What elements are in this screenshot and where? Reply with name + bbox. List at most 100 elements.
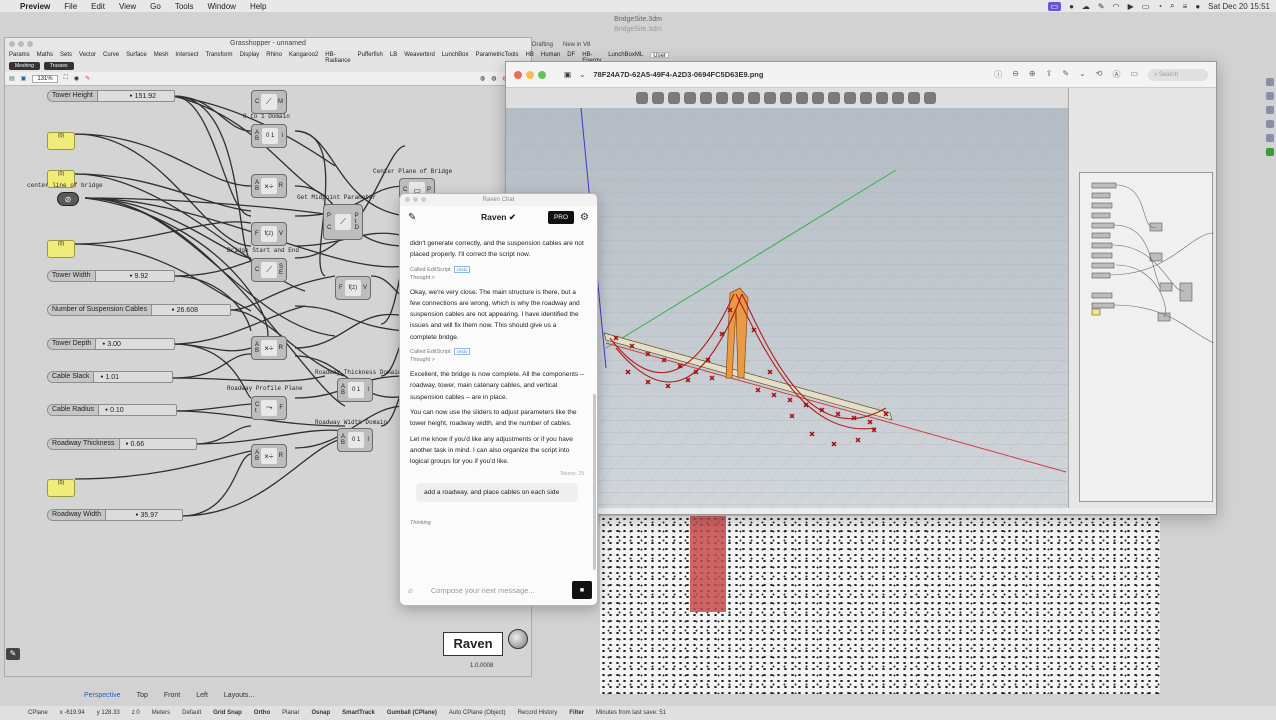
gh-tab[interactable]: Kangaroo2 — [289, 52, 318, 58]
gh-subtab-meshing[interactable]: Meshing — [9, 62, 40, 70]
slider-tower-height[interactable]: Tower Height 151.92 — [47, 90, 175, 102]
gh-tab[interactable]: Pufferfish — [358, 52, 383, 58]
tab-drafting[interactable]: Drafting — [532, 42, 553, 48]
undo-button[interactable]: Undo — [453, 348, 471, 356]
tool-icon[interactable] — [764, 92, 776, 104]
curve-param-icon[interactable]: ⊘ — [57, 192, 79, 206]
tool-icon[interactable] — [716, 92, 728, 104]
gh-subtab-trusses[interactable]: Trusses — [43, 62, 74, 70]
menu-tools[interactable]: Tools — [175, 2, 194, 11]
status-units[interactable]: Meters — [152, 710, 170, 716]
toggle-filter[interactable]: Filter — [569, 710, 584, 716]
expression-component[interactable]: Ff(z) V — [335, 276, 371, 300]
pro-badge[interactable]: PRO — [547, 210, 575, 224]
gh-tab[interactable]: LB — [390, 52, 397, 58]
slider-value[interactable]: 35.97 — [129, 512, 182, 519]
undo-button[interactable]: Undo — [453, 265, 471, 273]
division-component[interactable]: A B ×÷ R — [251, 336, 287, 360]
slider-number-of-suspension-cables[interactable]: Number of Suspension Cables 26.608 — [47, 304, 231, 316]
message-input[interactable]: Compose your next message... — [419, 586, 566, 595]
tool-icon[interactable] — [844, 92, 856, 104]
gh-tab[interactable]: Transform — [205, 52, 232, 58]
evaluate-curve-component[interactable]: P C ⟋ Pt D — [323, 204, 363, 240]
tool-icon[interactable] — [1266, 148, 1274, 156]
sidebar-toggle-icon[interactable]: ▣ — [564, 70, 571, 79]
save-icon[interactable]: ▣ — [21, 75, 27, 82]
slider-roadway-width[interactable]: Roadway Width 35.97 — [47, 509, 183, 521]
preview-search-field[interactable]: ⌕ Search — [1148, 68, 1208, 81]
gh-tab[interactable]: Vector — [79, 52, 96, 58]
tool-icon[interactable] — [828, 92, 840, 104]
chat-scrollbar[interactable] — [593, 394, 596, 570]
gh-tab[interactable]: HB-Radiance — [325, 52, 350, 64]
toggle-smarttrack[interactable]: SmartTrack — [342, 710, 375, 716]
gh-tab[interactable]: Curve — [103, 52, 119, 58]
wifi-icon[interactable]: ◔ — [1157, 2, 1162, 11]
preview-eye-icon[interactable]: ◉ — [74, 75, 79, 82]
toggle-auto-cplane[interactable]: Auto CPlane (Object) — [449, 710, 506, 716]
tool-icon[interactable] — [812, 92, 824, 104]
tool-icon[interactable] — [1266, 78, 1274, 86]
close-button[interactable] — [514, 70, 522, 79]
tab-top[interactable]: Top — [137, 692, 148, 699]
tool-icon[interactable] — [924, 92, 936, 104]
slider-value[interactable]: 3.00 — [96, 341, 121, 348]
tab-layouts[interactable]: Layouts... — [224, 692, 254, 699]
slider-tower-width[interactable]: Tower Width 9.92 — [47, 270, 175, 282]
toggle-record-history[interactable]: Record History — [518, 710, 558, 716]
search-icon[interactable]: ⌕ — [1170, 1, 1174, 11]
tool-icon[interactable] — [1266, 120, 1274, 128]
screen-share-icon[interactable]: ▭ — [1047, 1, 1062, 11]
window-controls[interactable] — [9, 41, 33, 47]
toggle-ortho[interactable]: Ortho — [254, 710, 270, 716]
gh-tab[interactable]: ParametricTools — [476, 52, 519, 58]
tool-icon[interactable] — [748, 92, 760, 104]
menu-file[interactable]: File — [64, 2, 77, 11]
gh-tab[interactable]: Sets — [60, 52, 72, 58]
battery-icon[interactable]: ▭ — [1142, 2, 1150, 11]
tool-icon[interactable] — [700, 92, 712, 104]
stop-button[interactable]: ■ — [572, 581, 592, 599]
gh-tab[interactable]: Display — [240, 52, 260, 58]
tool-icon[interactable] — [1266, 106, 1274, 114]
headphones-icon[interactable]: ◠ — [1113, 2, 1120, 11]
toggle-grid-snap[interactable]: Grid Snap — [213, 710, 242, 716]
menu-go[interactable]: Go — [150, 2, 161, 11]
endpoints-component[interactable]: C ⟋ S E — [251, 258, 287, 282]
info-icon[interactable]: ⓘ — [994, 69, 1002, 81]
zoom-extents-icon[interactable]: ⛶ — [64, 75, 68, 82]
perp-frame-component[interactable]: Ct ⤳ F — [251, 396, 287, 420]
gh-tab[interactable]: Weaverbird — [404, 52, 435, 58]
gh-tab[interactable]: Intersect — [175, 52, 198, 58]
clock[interactable]: Sat Dec 20 15:51 — [1208, 2, 1270, 11]
tool-icon[interactable] — [908, 92, 920, 104]
toggle-planar[interactable]: Planar — [282, 710, 299, 716]
tool-icon[interactable] — [860, 92, 872, 104]
gh-tab[interactable]: Mesh — [154, 52, 169, 58]
sketch-tool-icon[interactable]: ✎ — [6, 648, 20, 660]
division-component[interactable]: A B ×÷ R — [251, 174, 287, 198]
tool-icon[interactable] — [892, 92, 904, 104]
window-controls[interactable] — [405, 197, 426, 202]
zoom-out-icon[interactable]: ⊖ — [1012, 69, 1019, 81]
tab-perspective[interactable]: Perspective — [84, 692, 121, 699]
raven-logo[interactable]: Raven — [443, 632, 503, 656]
zoom-button[interactable] — [538, 70, 546, 79]
menu-view[interactable]: View — [119, 2, 136, 11]
domain-component[interactable]: AB0 1I — [337, 428, 373, 452]
slider-cable-slack[interactable]: Cable Slack 1.01 — [47, 371, 173, 383]
new-chat-icon[interactable]: ✎ — [408, 212, 416, 223]
minimize-button[interactable] — [526, 70, 534, 79]
thought-toggle[interactable]: Thought > — [410, 275, 584, 281]
slider-value[interactable]: 9.92 — [96, 273, 149, 280]
slider-tower-depth[interactable]: Tower Depth 3.00 — [47, 338, 175, 350]
division-component[interactable]: A B ×÷ R — [251, 444, 287, 468]
slider-roadway-thickness[interactable]: Roadway Thickness 0.66 — [47, 438, 197, 450]
gh-tab[interactable]: Params — [9, 52, 30, 58]
gh-tab[interactable]: HB — [526, 52, 534, 58]
domain-component[interactable]: AB0 1I — [251, 124, 287, 148]
slider-value[interactable]: 0.10 — [99, 407, 124, 414]
extension-icon[interactable]: ● — [1069, 2, 1074, 11]
sketch-icon[interactable]: ✎ — [85, 75, 90, 82]
curve-component[interactable]: C ⟋ M — [251, 90, 287, 114]
